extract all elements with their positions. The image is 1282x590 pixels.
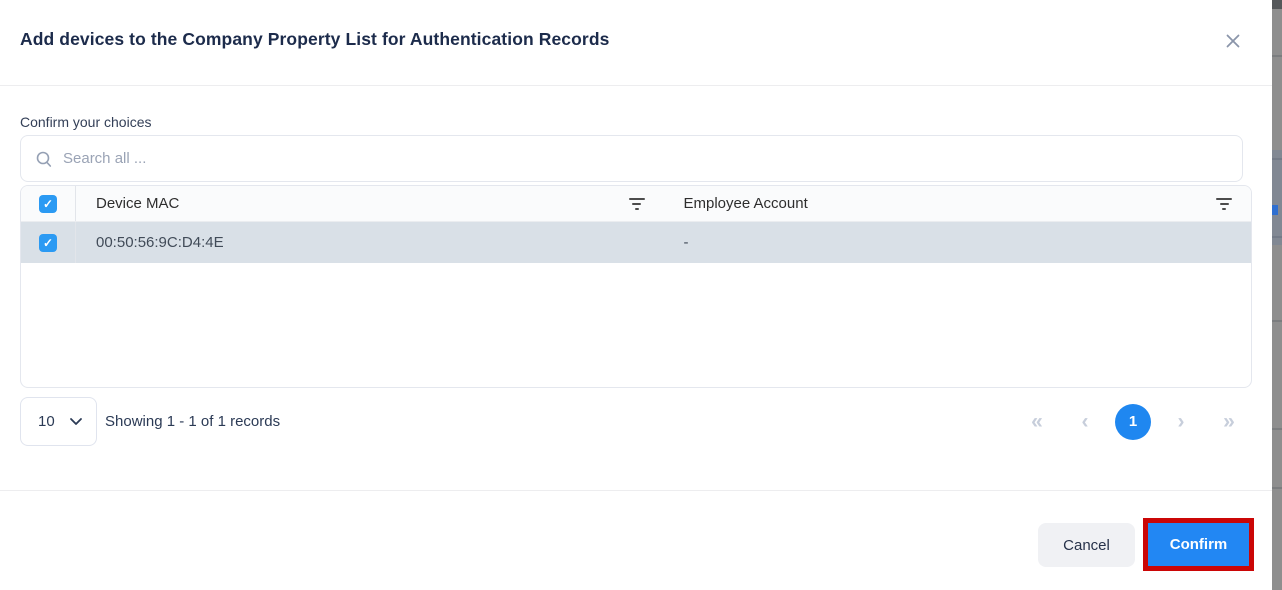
scrollbar-thumb[interactable] [1272, 0, 1282, 9]
search-box [20, 135, 1243, 182]
filter-icon[interactable] [628, 194, 646, 214]
current-page-button[interactable]: 1 [1115, 404, 1151, 440]
choices-label: Confirm your choices [20, 114, 152, 130]
last-page-button[interactable]: » [1211, 404, 1247, 440]
next-page-button[interactable]: › [1163, 404, 1199, 440]
table-row[interactable]: ✓ 00:50:56:9C:D4:4E - [21, 222, 1251, 263]
header-checkbox-cell: ✓ [21, 186, 76, 221]
check-icon: ✓ [43, 197, 53, 211]
cell-employee-account: - [664, 222, 1252, 263]
search-icon [35, 150, 53, 168]
row-checkbox[interactable]: ✓ [39, 234, 57, 252]
pagination: « ‹ 1 › » [1019, 397, 1247, 446]
header-cell-device-mac: Device MAC [76, 186, 664, 221]
page-size-value: 10 [38, 413, 55, 430]
scrollbar-highlight-zone [1272, 150, 1282, 245]
chevron-down-icon [69, 417, 83, 426]
column-label: Device MAC [96, 195, 179, 212]
device-table: ✓ Device MAC Employee Account ✓ 00:50 [20, 185, 1252, 388]
row-checkbox-cell: ✓ [21, 222, 76, 263]
first-page-button[interactable]: « [1019, 404, 1055, 440]
annotation-highlight-box: Confirm [1143, 518, 1254, 571]
close-icon[interactable] [1222, 30, 1244, 52]
device-mac-value: 00:50:56:9C:D4:4E [96, 234, 224, 251]
add-devices-modal: Add devices to the Company Property List… [0, 0, 1282, 590]
header-divider [0, 85, 1272, 86]
table-header-row: ✓ Device MAC Employee Account [21, 186, 1251, 222]
scrollbar-marker [1272, 205, 1278, 215]
records-summary: Showing 1 - 1 of 1 records [105, 413, 280, 430]
footer-divider [0, 490, 1272, 491]
page-title: Add devices to the Company Property List… [20, 29, 609, 50]
filter-icon[interactable] [1215, 194, 1233, 214]
page-size-select[interactable]: 10 [20, 397, 97, 446]
check-icon: ✓ [43, 236, 53, 250]
page-scrollbar[interactable] [1272, 0, 1282, 590]
confirm-button[interactable]: Confirm [1148, 523, 1249, 566]
employee-account-value: - [684, 234, 689, 251]
header-cell-employee-account: Employee Account [664, 186, 1252, 221]
cancel-button[interactable]: Cancel [1038, 523, 1135, 567]
select-all-checkbox[interactable]: ✓ [39, 195, 57, 213]
prev-page-button[interactable]: ‹ [1067, 404, 1103, 440]
column-label: Employee Account [684, 195, 808, 212]
search-input[interactable] [63, 150, 1228, 167]
cell-device-mac: 00:50:56:9C:D4:4E [76, 222, 664, 263]
